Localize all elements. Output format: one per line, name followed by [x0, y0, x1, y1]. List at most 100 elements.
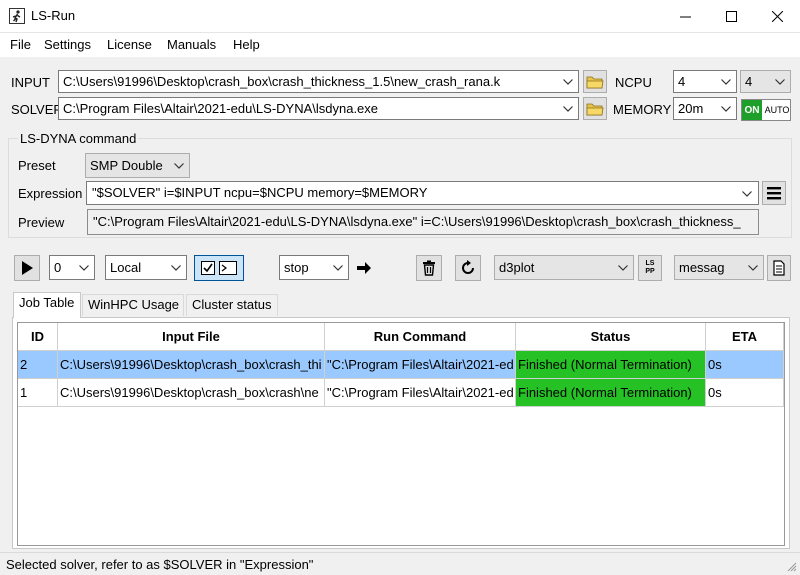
- document-icon: [773, 260, 785, 276]
- count-value: 0: [54, 260, 62, 275]
- play-icon: [22, 261, 33, 275]
- arrow-right-icon: [357, 262, 371, 274]
- chevron-down-icon: [719, 101, 733, 116]
- location-value: Local: [110, 260, 142, 275]
- count-combo[interactable]: 0: [49, 255, 95, 280]
- preview-value: "C:\Program Files\Altair\2021-edu\LS-DYN…: [93, 214, 741, 229]
- minimize-button[interactable]: [662, 0, 708, 32]
- menu-license[interactable]: License: [107, 37, 152, 52]
- preset-label: Preset: [18, 158, 56, 173]
- menu-help[interactable]: Help: [233, 37, 260, 52]
- status-bar: Selected solver, refer to as $SOLVER in …: [0, 552, 800, 575]
- terminal-icon: [219, 261, 237, 275]
- solver-label: SOLVER: [11, 102, 63, 117]
- chevron-down-icon: [172, 158, 186, 173]
- chevron-down-icon: [561, 101, 575, 116]
- hamburger-icon: [767, 187, 781, 200]
- output-value: d3plot: [499, 260, 535, 275]
- job-table: ID Input File Run Command Status ETA 2 C…: [17, 322, 785, 546]
- menu-settings[interactable]: Settings: [44, 37, 91, 52]
- run-button[interactable]: [14, 255, 40, 281]
- preset-combo[interactable]: SMP Double: [85, 153, 190, 178]
- chevron-down-icon: [561, 74, 575, 89]
- console-toggle-button[interactable]: [194, 255, 244, 281]
- refresh-button[interactable]: [455, 255, 481, 281]
- cell-run-command: "C:\Program Files\Altair\2021-ed: [325, 379, 516, 407]
- chevron-down-icon: [740, 186, 754, 201]
- refresh-icon: [462, 260, 474, 274]
- input-file-combo[interactable]: C:\Users\91996\Desktop\crash_box\crash_t…: [58, 70, 579, 93]
- browse-input-button[interactable]: [583, 70, 607, 93]
- browse-solver-button[interactable]: [583, 97, 607, 120]
- tab-cluster-status[interactable]: Cluster status: [186, 294, 278, 316]
- log-value: messag: [679, 260, 725, 275]
- menu-bar: File Settings License Manuals Help: [0, 33, 800, 57]
- window-title: LS-Run: [31, 8, 76, 23]
- chevron-down-icon: [773, 74, 787, 89]
- column-header-eta[interactable]: ETA: [706, 323, 784, 351]
- toggle-auto-label: AUTO: [764, 105, 790, 115]
- column-header-status[interactable]: Status: [516, 323, 706, 351]
- close-icon: [771, 10, 783, 22]
- delete-button[interactable]: [416, 255, 442, 281]
- checkbox-icon: [201, 261, 215, 275]
- preview-label: Preview: [18, 215, 65, 230]
- folder-icon: [586, 103, 604, 115]
- lspp-label: LS PP: [645, 260, 655, 275]
- cell-eta: 0s: [706, 351, 784, 379]
- expression-menu-button[interactable]: [762, 181, 786, 205]
- cell-run-command: "C:\Program Files\Altair\2021-ed: [325, 351, 516, 379]
- chevron-down-icon: [169, 260, 183, 275]
- tab-job-table[interactable]: Job Table: [13, 292, 81, 318]
- ncpu-preset-value: 4: [745, 74, 753, 89]
- apply-action-button[interactable]: [351, 255, 377, 281]
- ncpu-value: 4: [678, 74, 686, 89]
- expression-label: Expression: [18, 186, 83, 201]
- lspp-button[interactable]: LS PP: [638, 255, 662, 281]
- menu-manuals[interactable]: Manuals: [167, 37, 216, 52]
- expression-field[interactable]: "$SOLVER" i=$INPUT ncpu=$NCPU memory=$ME…: [86, 181, 759, 205]
- action-combo[interactable]: stop: [279, 255, 349, 280]
- chevron-down-icon: [331, 260, 345, 275]
- ncpu-combo[interactable]: 4: [673, 70, 737, 93]
- resize-grip-icon[interactable]: [787, 562, 797, 572]
- cell-input-file: C:\Users\91996\Desktop\crash_box\crash_t…: [58, 351, 325, 379]
- menu-file[interactable]: File: [10, 37, 31, 52]
- open-log-button[interactable]: [767, 255, 791, 281]
- app-icon: [9, 8, 25, 24]
- cell-id: 2: [18, 351, 58, 379]
- location-combo[interactable]: Local: [105, 255, 187, 280]
- memory-value: 20m: [678, 101, 704, 116]
- log-combo[interactable]: messag: [674, 255, 764, 280]
- ncpu-label: NCPU: [615, 75, 652, 90]
- maximize-icon: [725, 10, 737, 22]
- close-button[interactable]: [754, 0, 800, 32]
- preview-field: "C:\Program Files\Altair\2021-edu\LS-DYN…: [87, 209, 759, 235]
- memory-label: MEMORY: [613, 102, 672, 117]
- memory-auto-toggle[interactable]: ON AUTO: [741, 99, 791, 121]
- chevron-down-icon: [616, 260, 630, 275]
- folder-icon: [586, 76, 604, 88]
- tab-winhpc-usage[interactable]: WinHPC Usage: [82, 294, 184, 316]
- status-bar-text: Selected solver, refer to as $SOLVER in …: [6, 557, 314, 572]
- solver-combo[interactable]: C:\Program Files\Altair\2021-edu\LS-DYNA…: [58, 97, 579, 120]
- cell-status: Finished (Normal Termination): [516, 379, 706, 407]
- expression-value: "$SOLVER" i=$INPUT ncpu=$NCPU memory=$ME…: [92, 185, 428, 200]
- cell-status: Finished (Normal Termination): [516, 351, 706, 379]
- input-label: INPUT: [11, 75, 50, 90]
- output-combo[interactable]: d3plot: [494, 255, 634, 280]
- maximize-button[interactable]: [708, 0, 754, 32]
- ncpu-preset-combo[interactable]: 4: [740, 70, 791, 93]
- input-file-value: C:\Users\91996\Desktop\crash_box\crash_t…: [63, 74, 501, 89]
- solver-value: C:\Program Files\Altair\2021-edu\LS-DYNA…: [63, 101, 379, 116]
- trash-icon: [423, 260, 435, 276]
- preset-value: SMP Double: [90, 158, 163, 173]
- column-header-id[interactable]: ID: [18, 323, 58, 351]
- column-header-input-file[interactable]: Input File: [58, 323, 325, 351]
- column-header-run-command[interactable]: Run Command: [325, 323, 516, 351]
- chevron-down-icon: [719, 74, 733, 89]
- command-group-title: LS-DYNA command: [18, 131, 139, 146]
- title-bar: LS-Run: [0, 0, 800, 33]
- cell-id: 1: [18, 379, 58, 407]
- memory-combo[interactable]: 20m: [673, 97, 737, 120]
